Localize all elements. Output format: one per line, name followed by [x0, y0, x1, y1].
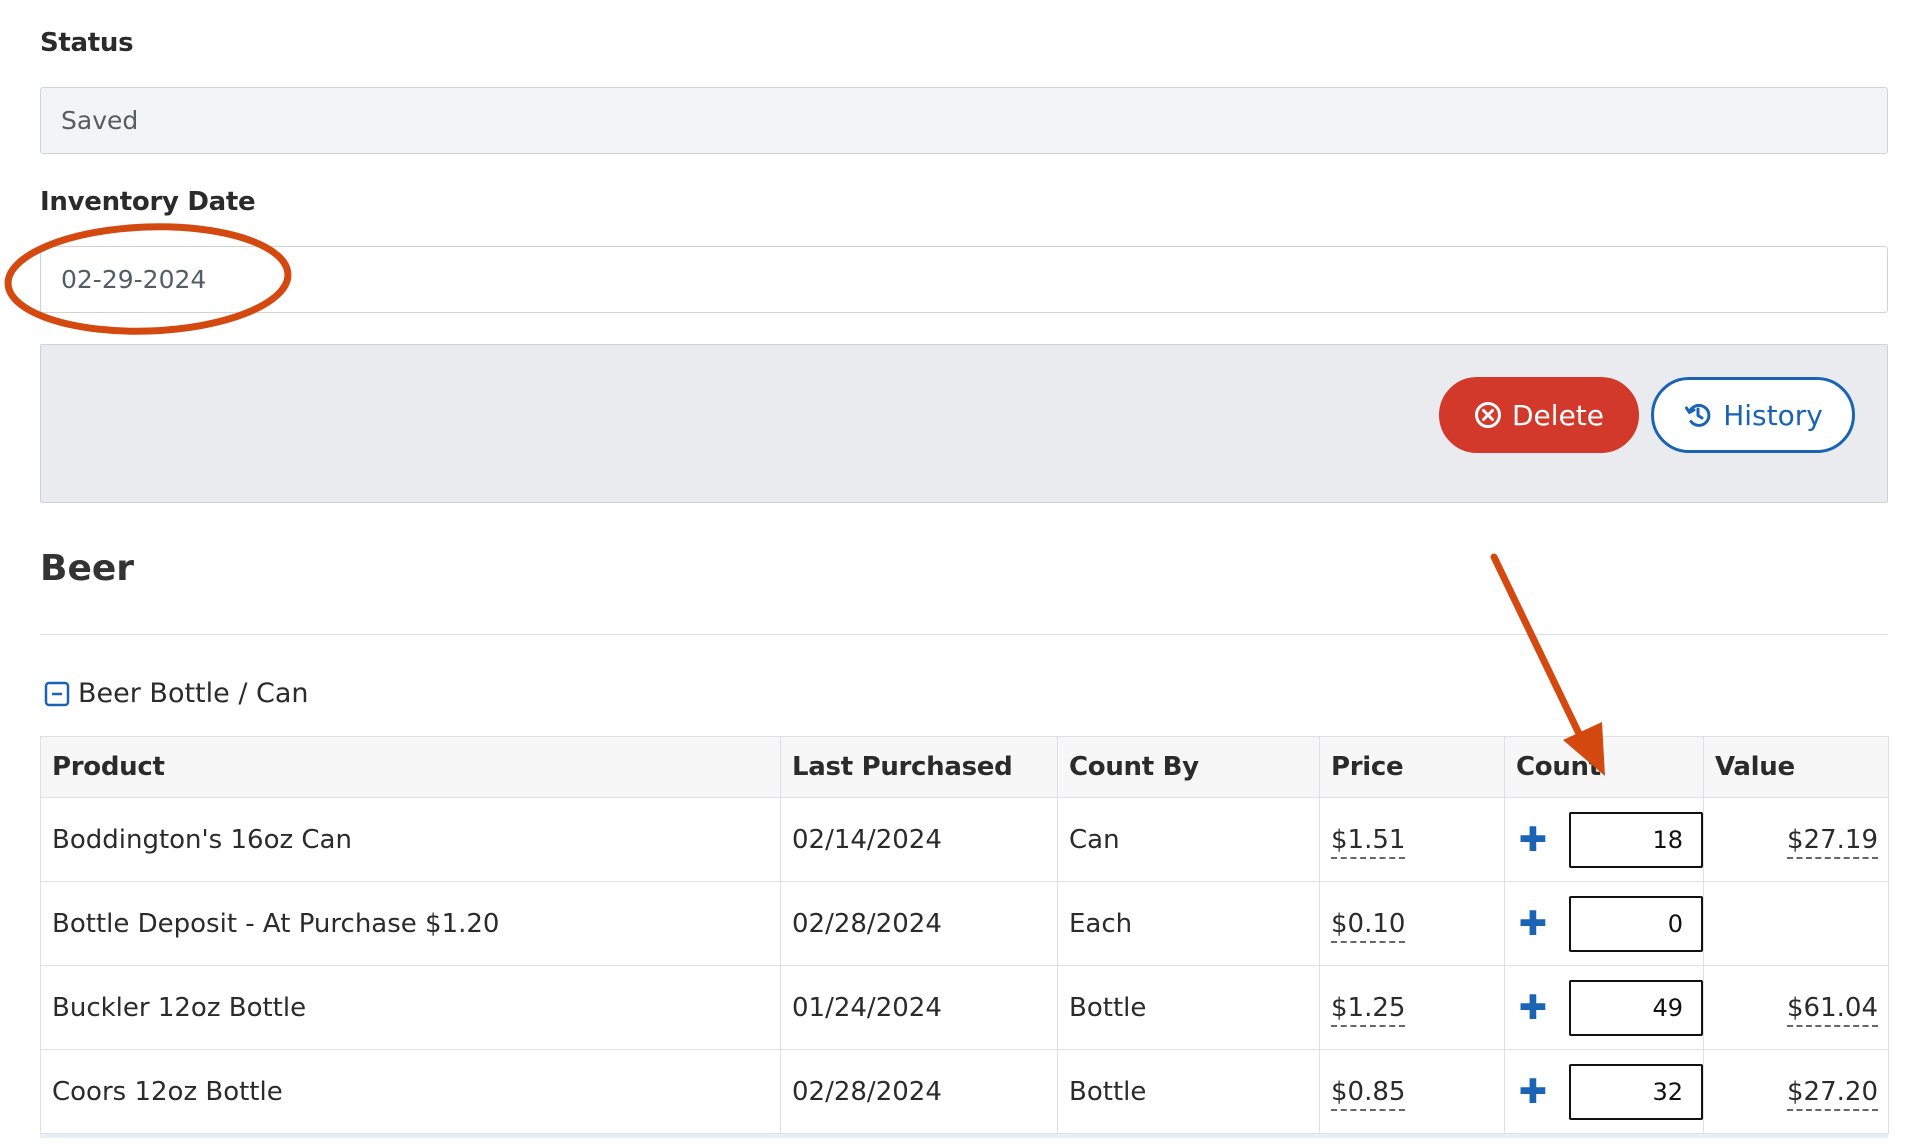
count-input[interactable] [1569, 979, 1703, 1036]
last-purchased: 02/28/2024 [780, 881, 1058, 966]
group-header[interactable]: Beer Bottle / Can [44, 678, 309, 709]
count-input[interactable] [1569, 811, 1703, 868]
count-input[interactable] [1569, 1063, 1703, 1120]
col-header-last-purchased[interactable]: Last Purchased [780, 736, 1058, 798]
value[interactable]: $27.19 [1787, 824, 1878, 859]
count-by: Bottle [1057, 1049, 1320, 1134]
price[interactable]: $1.51 [1331, 824, 1406, 859]
last-purchased: 02/28/2024 [780, 1049, 1058, 1134]
col-header-price[interactable]: Price [1319, 736, 1505, 798]
price[interactable]: $0.85 [1331, 1076, 1406, 1111]
annotation-arrow-shaft [1490, 553, 1587, 746]
status-value: Saved [61, 106, 139, 135]
history-icon [1685, 403, 1711, 427]
table-header-row: Product Last Purchased Count By Price Co… [40, 736, 1889, 798]
section-divider [40, 634, 1888, 635]
add-count-button[interactable]: ✚ [1517, 1075, 1549, 1109]
product-name: Boddington's 16oz Can [40, 797, 781, 882]
col-header-count-by[interactable]: Count By [1057, 736, 1320, 798]
count-by: Each [1057, 881, 1320, 966]
inventory-table: Product Last Purchased Count By Price Co… [40, 736, 1889, 1134]
action-toolbar: Delete History [40, 344, 1888, 503]
inventory-date-label: Inventory Date [40, 187, 256, 217]
price[interactable]: $1.25 [1331, 992, 1406, 1027]
table-row: Boddington's 16oz Can 02/14/2024 Can $1.… [40, 797, 1889, 882]
table-row: Buckler 12oz Bottle 01/24/2024 Bottle $1… [40, 965, 1889, 1050]
add-count-button[interactable]: ✚ [1517, 823, 1549, 857]
inventory-date-value: 02-29-2024 [61, 265, 207, 294]
add-count-button[interactable]: ✚ [1517, 991, 1549, 1025]
table-row: Bottle Deposit - At Purchase $1.20 02/28… [40, 881, 1889, 966]
value [1703, 881, 1889, 966]
col-header-value[interactable]: Value [1703, 736, 1889, 798]
times-circle-icon [1475, 402, 1501, 428]
count-by: Can [1057, 797, 1320, 882]
minus-square-icon[interactable] [44, 681, 70, 707]
price[interactable]: $0.10 [1331, 908, 1406, 943]
history-button-label: History [1723, 398, 1823, 432]
delete-button-label: Delete [1512, 398, 1604, 432]
group-label: Beer Bottle / Can [78, 678, 309, 709]
count-by: Bottle [1057, 965, 1320, 1050]
value[interactable]: $27.20 [1787, 1076, 1878, 1111]
last-purchased: 02/14/2024 [780, 797, 1058, 882]
col-header-count[interactable]: Count [1504, 736, 1704, 798]
section-title: Beer [40, 548, 135, 589]
value[interactable]: $61.04 [1787, 992, 1878, 1027]
col-header-product[interactable]: Product [40, 736, 781, 798]
delete-button[interactable]: Delete [1439, 377, 1639, 453]
next-row-edge [40, 1134, 1888, 1138]
status-label: Status [40, 28, 134, 58]
product-name: Bottle Deposit - At Purchase $1.20 [40, 881, 781, 966]
inventory-date-input[interactable]: 02-29-2024 [40, 246, 1888, 313]
status-field: Saved [40, 87, 1888, 154]
product-name: Buckler 12oz Bottle [40, 965, 781, 1050]
product-name: Coors 12oz Bottle [40, 1049, 781, 1134]
last-purchased: 01/24/2024 [780, 965, 1058, 1050]
table-row: Coors 12oz Bottle 02/28/2024 Bottle $0.8… [40, 1049, 1889, 1134]
add-count-button[interactable]: ✚ [1517, 907, 1549, 941]
count-input[interactable] [1569, 895, 1703, 952]
history-button[interactable]: History [1651, 377, 1855, 453]
